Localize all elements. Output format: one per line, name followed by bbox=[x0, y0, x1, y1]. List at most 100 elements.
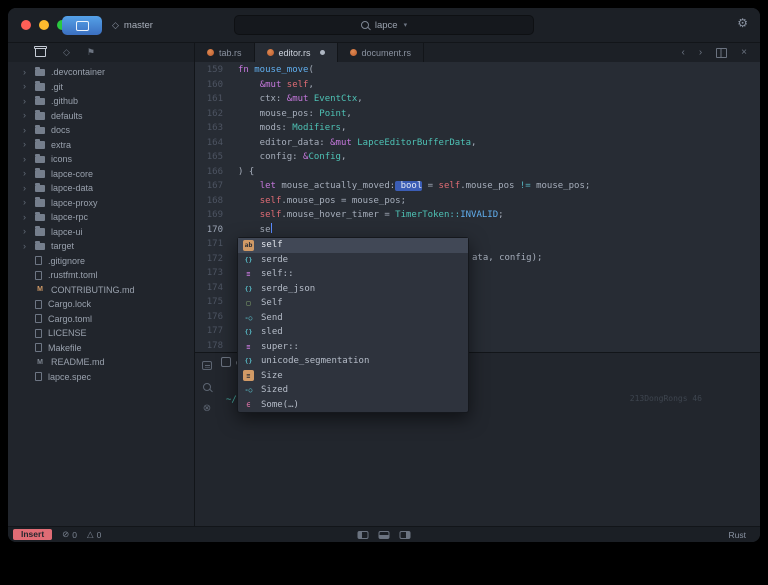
tab-editor.rs[interactable]: editor.rs bbox=[255, 43, 338, 62]
language-indicator[interactable]: Rust bbox=[729, 530, 746, 540]
code-line[interactable]: 164 editor_data: &mut LapceEditorBufferD… bbox=[195, 136, 760, 151]
problems-panel-icon[interactable]: ⊗ bbox=[203, 404, 211, 414]
completion-kind-icon: ab bbox=[243, 240, 254, 251]
completion-item[interactable]: {}serde bbox=[238, 253, 468, 268]
tab-row: ◇ ⚑ tab.rseditor.rsdocument.rs ‹ › × bbox=[8, 43, 760, 62]
tree-item[interactable]: Cargo.lock bbox=[8, 297, 194, 312]
tree-item[interactable]: ›docs bbox=[8, 123, 194, 138]
split-editor-icon[interactable] bbox=[716, 48, 727, 58]
tree-item[interactable]: MCONTRIBUTING.md bbox=[8, 283, 194, 298]
tree-item[interactable]: ›lapce-rpc bbox=[8, 210, 194, 225]
tree-item[interactable]: LICENSE bbox=[8, 326, 194, 341]
tree-item[interactable]: ›lapce-data bbox=[8, 181, 194, 196]
toggle-left-panel-icon[interactable] bbox=[358, 531, 369, 539]
tree-item[interactable]: ›lapce-ui bbox=[8, 225, 194, 240]
code-text: fn mouse_move( bbox=[238, 63, 314, 78]
completion-item[interactable]: -○Send bbox=[238, 311, 468, 326]
settings-gear-icon[interactable]: ⚙ bbox=[737, 17, 748, 29]
line-number: 162 bbox=[195, 107, 223, 122]
tree-item[interactable]: MREADME.md bbox=[8, 355, 194, 370]
code-line[interactable]: 168 self.mouse_pos = mouse_pos; bbox=[195, 194, 760, 209]
errors-indicator[interactable]: ⊘ 0 bbox=[62, 529, 77, 540]
code-line[interactable]: 159fn mouse_move( bbox=[195, 63, 760, 78]
folder-icon bbox=[35, 228, 45, 236]
tree-item[interactable]: ›icons bbox=[8, 152, 194, 167]
nav-forward-icon[interactable]: › bbox=[699, 47, 702, 58]
remote-connection-button[interactable] bbox=[62, 16, 102, 35]
chevron-right-icon: › bbox=[23, 184, 29, 193]
tree-item[interactable]: .gitignore bbox=[8, 254, 194, 269]
mode-indicator[interactable]: Insert bbox=[13, 529, 52, 540]
tree-item[interactable]: ›.devcontainer bbox=[8, 65, 194, 80]
file-name: target bbox=[51, 241, 74, 251]
line-number: 171 bbox=[195, 237, 223, 252]
tree-item[interactable]: Makefile bbox=[8, 341, 194, 356]
code-line[interactable]: 169 self.mouse_hover_timer = TimerToken:… bbox=[195, 208, 760, 223]
tree-item[interactable]: ›lapce-proxy bbox=[8, 196, 194, 211]
terminal-panel-icon[interactable] bbox=[202, 361, 212, 370]
file-name: lapce-rpc bbox=[51, 212, 88, 222]
nav-back-icon[interactable]: ‹ bbox=[681, 47, 684, 58]
tree-item[interactable]: ›.github bbox=[8, 94, 194, 109]
tree-item[interactable]: ›defaults bbox=[8, 109, 194, 124]
file-explorer-icon[interactable] bbox=[35, 44, 46, 62]
completion-item[interactable]: ≡self:: bbox=[238, 267, 468, 282]
command-palette[interactable]: lapce ▾ bbox=[234, 15, 534, 35]
minimize-window-button[interactable] bbox=[39, 20, 49, 30]
branch-button[interactable]: ◇ master bbox=[112, 16, 153, 35]
completion-item[interactable]: ∈Some(…) bbox=[238, 398, 468, 413]
code-line[interactable]: 163 mods: Modifiers, bbox=[195, 121, 760, 136]
line-number: 175 bbox=[195, 295, 223, 310]
tree-item[interactable]: lapce.spec bbox=[8, 370, 194, 385]
tree-item[interactable]: ›extra bbox=[8, 138, 194, 153]
completion-item[interactable]: ≡super:: bbox=[238, 340, 468, 355]
plugins-icon[interactable]: ⚑ bbox=[87, 48, 95, 57]
completion-item[interactable]: {}unicode_segmentation bbox=[238, 354, 468, 369]
code-line[interactable]: 170 se bbox=[195, 223, 760, 238]
line-number: 169 bbox=[195, 208, 223, 223]
completion-label: Sized bbox=[261, 385, 288, 395]
tree-item[interactable]: Cargo.toml bbox=[8, 312, 194, 327]
tab-tab.rs[interactable]: tab.rs bbox=[195, 43, 255, 62]
line-number: 166 bbox=[195, 165, 223, 180]
file-name: defaults bbox=[51, 111, 83, 121]
file-name: Cargo.toml bbox=[48, 314, 92, 324]
toggle-right-panel-icon[interactable] bbox=[400, 531, 411, 539]
close-window-button[interactable] bbox=[21, 20, 31, 30]
completion-label: serde bbox=[261, 255, 288, 265]
completion-item[interactable]: {}serde_json bbox=[238, 282, 468, 297]
toggle-bottom-panel-icon[interactable] bbox=[379, 531, 390, 539]
chevron-right-icon: › bbox=[23, 82, 29, 91]
tree-item[interactable]: › target bbox=[8, 239, 194, 254]
code-text: config: &Config, bbox=[238, 150, 346, 165]
file-name: .git bbox=[51, 82, 63, 92]
completion-item[interactable]: {}sled bbox=[238, 325, 468, 340]
tab-document.rs[interactable]: document.rs bbox=[338, 43, 425, 62]
tree-item[interactable]: ›lapce-core bbox=[8, 167, 194, 182]
code-line[interactable]: 160 &mut self, bbox=[195, 78, 760, 93]
completion-item[interactable]: abself bbox=[238, 238, 468, 253]
file-icon bbox=[35, 329, 42, 338]
warnings-indicator[interactable]: △ 0 bbox=[87, 529, 101, 540]
chevron-right-icon: › bbox=[23, 242, 29, 251]
file-name: .github bbox=[51, 96, 78, 106]
code-line[interactable]: 162 mouse_pos: Point, bbox=[195, 107, 760, 122]
completion-item[interactable]: -○Sized bbox=[238, 383, 468, 398]
completion-item[interactable]: ≡Size bbox=[238, 369, 468, 384]
source-control-icon[interactable]: ◇ bbox=[63, 48, 70, 57]
code-line[interactable]: 166) { bbox=[195, 165, 760, 180]
code-text: self.mouse_hover_timer = TimerToken::INV… bbox=[238, 208, 504, 223]
completion-item[interactable]: □Self bbox=[238, 296, 468, 311]
tree-item[interactable]: .rustfmt.toml bbox=[8, 268, 194, 283]
tree-item[interactable]: › .git bbox=[8, 80, 194, 95]
folder-icon bbox=[35, 214, 45, 222]
code-text: self.mouse_pos = mouse_pos; bbox=[238, 194, 406, 209]
completion-label: self:: bbox=[261, 269, 294, 279]
code-line[interactable]: 165 config: &Config, bbox=[195, 150, 760, 165]
code-line[interactable]: 167 let mouse_actually_moved: bool = sel… bbox=[195, 179, 760, 194]
branch-icon: ◇ bbox=[112, 20, 119, 31]
code-line[interactable]: 161 ctx: &mut EventCtx, bbox=[195, 92, 760, 107]
close-editor-icon[interactable]: × bbox=[741, 47, 747, 58]
code-text: editor_data: &mut LapceEditorBufferData, bbox=[238, 136, 476, 151]
search-panel-icon[interactable] bbox=[203, 383, 211, 391]
